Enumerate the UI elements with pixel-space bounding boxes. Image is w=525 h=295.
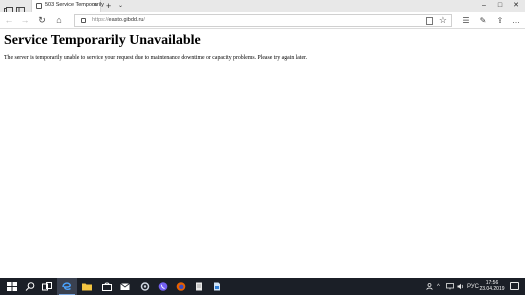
network-icon[interactable]: [446, 283, 454, 293]
add-favorite-icon[interactable]: ☆: [439, 15, 447, 26]
tab-strip: 503 Service Temporarily × + ⌄ – □ ✕: [0, 0, 525, 15]
back-button[interactable]: ←: [3, 15, 15, 26]
taskbar-app-1[interactable]: [135, 278, 155, 295]
favorites-hub-icon[interactable]: ☰: [460, 15, 472, 26]
forward-button[interactable]: →: [19, 15, 31, 26]
page-favicon-icon: [36, 3, 42, 9]
file-icon: [214, 282, 220, 291]
volume-icon[interactable]: [457, 283, 464, 293]
document-icon: [196, 282, 202, 291]
page-heading: Service Temporarily Unavailable: [4, 33, 201, 48]
address-bar[interactable]: https://easto.gibdd.ru/ ☆: [74, 14, 452, 27]
action-center-icon[interactable]: [510, 282, 519, 290]
store-icon: [102, 282, 112, 291]
folder-icon: [82, 283, 92, 291]
new-tab-button[interactable]: +: [106, 0, 111, 12]
windows-logo-icon: [7, 282, 17, 291]
taskbar-viber[interactable]: [153, 278, 173, 295]
edge-icon: [62, 282, 71, 291]
tab-actions-icon[interactable]: [4, 2, 13, 14]
people-icon[interactable]: [426, 283, 433, 293]
clock-date: 23.04.2019: [479, 286, 505, 292]
task-view-button[interactable]: [37, 278, 57, 295]
navigation-bar: ← → ↻ ⌂ https://easto.gibdd.ru/ ☆ ☰ ✎ ⇪ …: [0, 12, 525, 29]
taskbar-store[interactable]: [97, 278, 117, 295]
web-note-icon[interactable]: ✎: [477, 15, 489, 26]
taskbar: ^ РУС 17:56 23.04.2019: [0, 278, 525, 295]
viber-icon: [158, 282, 168, 291]
taskbar-edge[interactable]: [57, 278, 77, 295]
mail-icon: [120, 283, 130, 290]
url-host: easto.gibdd.ru: [108, 17, 144, 23]
more-menu-icon[interactable]: …: [510, 15, 522, 26]
page-message: The server is temporarily unable to serv…: [4, 55, 308, 61]
taskbar-app-2[interactable]: [189, 278, 209, 295]
tab-list-button[interactable]: ⌄: [118, 0, 123, 12]
taskbar-mail[interactable]: [115, 278, 135, 295]
tabs-aside-icon[interactable]: [16, 2, 25, 15]
start-button[interactable]: [2, 278, 22, 295]
clock[interactable]: 17:56 23.04.2019: [477, 280, 507, 292]
firefox-icon: [176, 282, 186, 291]
taskbar-file-explorer[interactable]: [77, 278, 97, 295]
tab-close-icon[interactable]: ×: [93, 1, 97, 11]
taskbar-firefox[interactable]: [171, 278, 191, 295]
url-scheme: https://: [92, 17, 109, 23]
minimize-button[interactable]: –: [476, 0, 492, 12]
url-text[interactable]: https://easto.gibdd.ru/: [92, 17, 145, 23]
lock-icon[interactable]: [81, 18, 86, 23]
share-icon[interactable]: ⇪: [494, 15, 506, 26]
maximize-button[interactable]: □: [492, 0, 508, 12]
page-content: Service Temporarily Unavailable The serv…: [0, 30, 525, 278]
refresh-button[interactable]: ↻: [36, 15, 48, 26]
tray-overflow-icon[interactable]: ^: [437, 283, 440, 291]
taskbar-app-3[interactable]: [207, 278, 227, 295]
tab-active[interactable]: 503 Service Temporarily ×: [31, 0, 104, 12]
settings-gear-icon: [140, 282, 150, 291]
home-button[interactable]: ⌂: [53, 15, 65, 26]
search-icon: [25, 282, 35, 291]
url-path: /: [143, 17, 145, 23]
close-window-button[interactable]: ✕: [508, 0, 524, 12]
reading-view-icon[interactable]: [426, 17, 433, 25]
task-view-icon: [42, 282, 52, 291]
